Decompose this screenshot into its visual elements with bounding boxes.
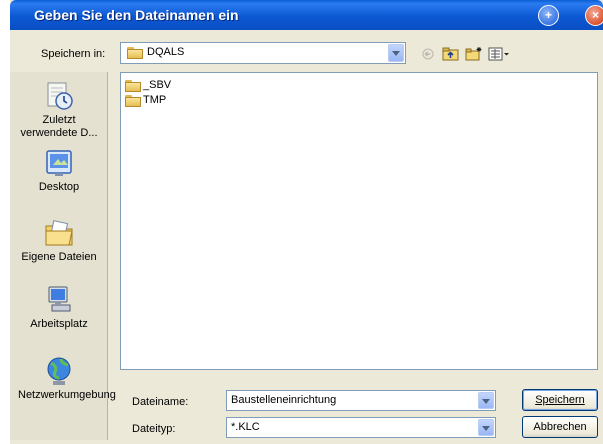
place-my-computer[interactable]: Arbeitsplatz [10,284,108,331]
place-label-my-documents: Eigene Dateien [21,251,97,263]
lookin-label: Speichern in: [41,48,106,60]
place-my-documents[interactable]: Eigene Dateien [10,217,108,264]
cancel-button-label: Abbrechen [533,421,587,433]
folder-icon [125,80,141,92]
filename-label: Dateiname: [132,396,189,408]
close-icon: × [591,8,599,22]
places-bar: Zuletzt verwendete D... Desktop Eigene D… [10,72,116,440]
new-folder-icon[interactable] [465,46,483,62]
close-button[interactable]: × [585,5,603,26]
chevron-down-icon[interactable] [478,392,494,409]
place-recent[interactable]: Zuletzt verwendete D... [10,80,108,140]
filetype-label: Dateityp: [132,423,176,435]
save-button[interactable]: Speichern [522,389,598,411]
file-list[interactable]: _SBV TMP [120,72,598,370]
place-label-network: Netzwerkumgebung [18,389,116,401]
my-documents-icon [43,217,75,249]
filetype-select[interactable]: *.KLC [226,417,496,438]
place-label-recent: Zuletzt verwendete D... [20,114,98,139]
chevron-down-icon[interactable] [388,44,404,62]
desktop-icon [43,147,75,179]
help-icon: + [544,8,552,22]
title-bar[interactable]: Geben Sie den Dateinamen ein + × [10,0,603,30]
view-menu-icon[interactable] [488,46,510,62]
up-folder-icon[interactable] [442,46,460,62]
place-network[interactable]: Netzwerkumgebung [10,355,116,402]
place-label-my-computer: Arbeitsplatz [30,318,88,330]
lookin-value: DQALS [147,46,185,58]
save-dialog: Geben Sie den Dateinamen ein + × Speiche… [10,0,603,444]
place-desktop[interactable]: Desktop [10,147,108,194]
my-computer-icon [43,284,75,316]
chevron-down-icon[interactable] [478,419,494,436]
recent-documents-icon [43,80,75,112]
back-icon[interactable] [421,46,435,62]
place-label-desktop: Desktop [38,181,80,193]
filetype-value: *.KLC [231,421,260,433]
network-icon [43,355,75,387]
filename-value: Baustelleneinrichtung [231,394,337,406]
folder-icon [125,95,141,107]
file-name: TMP [143,94,167,106]
dialog-title: Geben Sie den Dateinamen ein [34,7,239,23]
file-name: _SBV [143,79,172,91]
cancel-button[interactable]: Abbrechen [522,416,598,438]
save-button-label: Speichern [535,394,585,406]
help-button[interactable]: + [538,5,559,26]
filename-input[interactable]: Baustelleneinrichtung [226,390,496,411]
lookin-dropdown[interactable]: DQALS [120,42,406,64]
folder-icon [127,47,143,59]
